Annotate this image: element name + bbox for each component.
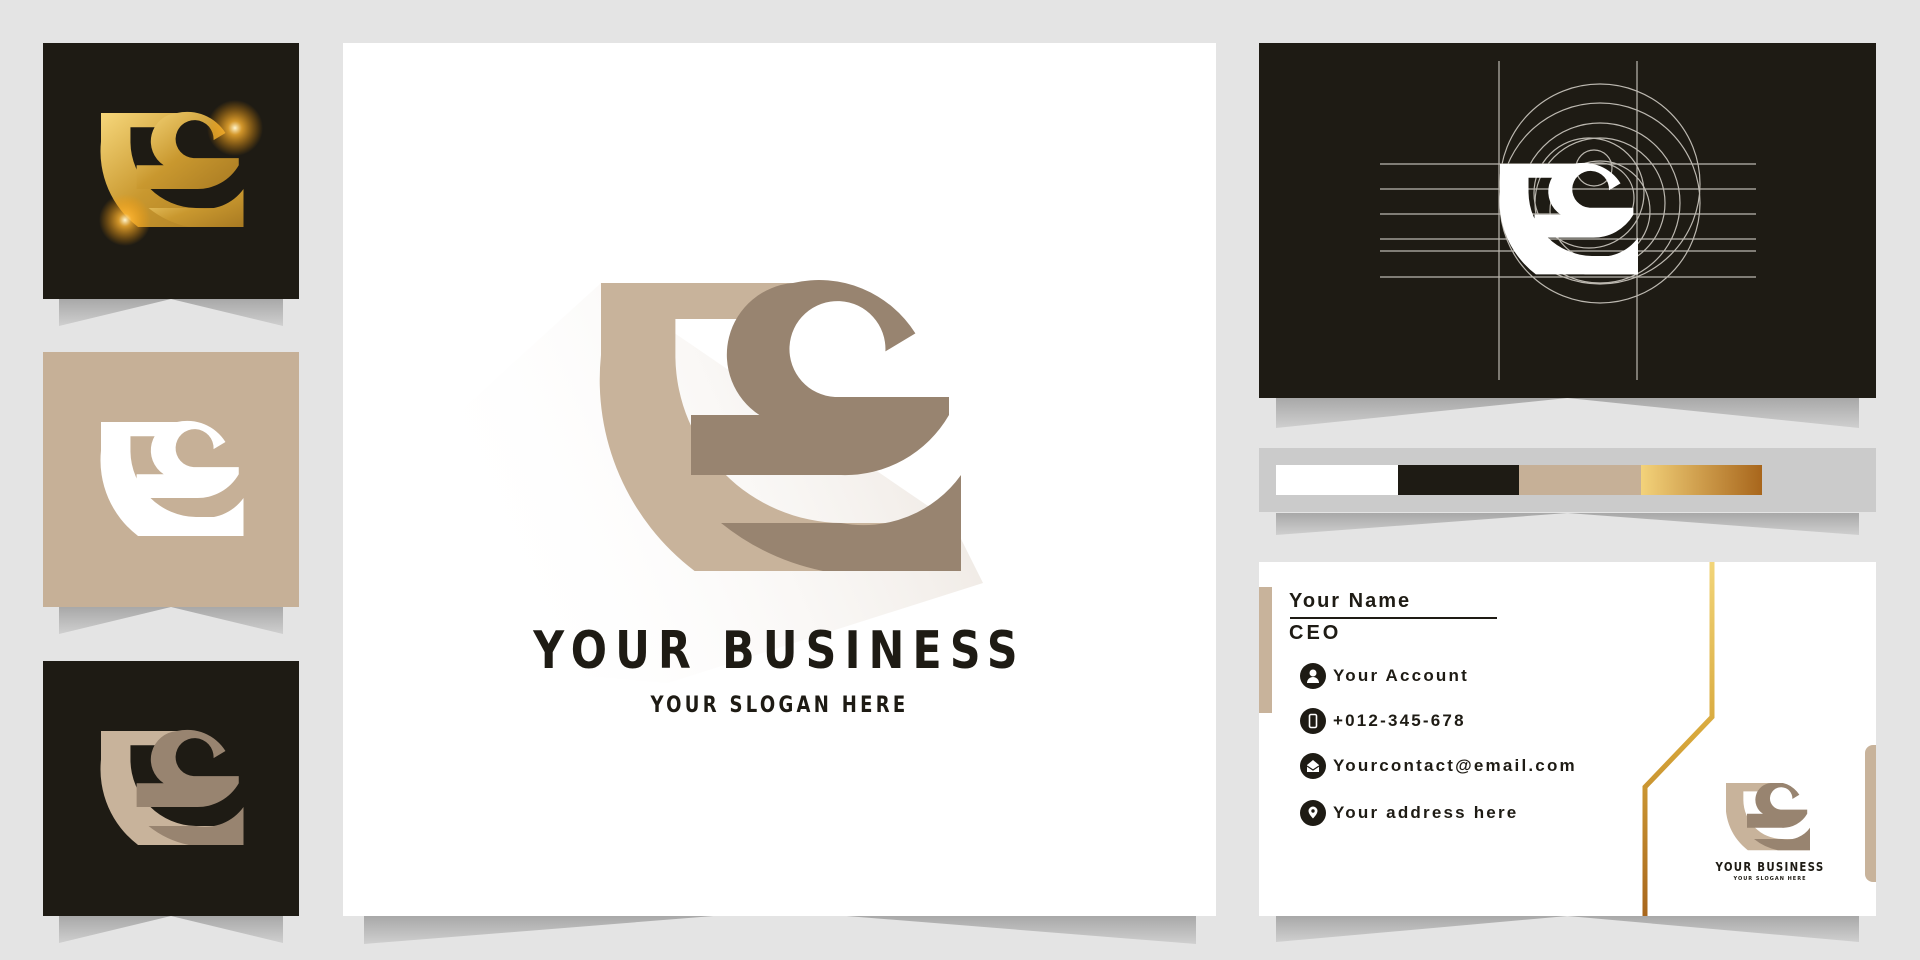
card-mini-logo bbox=[1726, 783, 1810, 851]
business-card-shadow bbox=[1276, 916, 1859, 942]
contact-email-text: Yourcontact@email.com bbox=[1333, 756, 1577, 775]
color-swatch-black bbox=[1397, 465, 1519, 495]
grid-card-shadow bbox=[1276, 398, 1859, 428]
tile-gold-shadow bbox=[59, 299, 283, 326]
color-swatch-white bbox=[1276, 465, 1398, 495]
color-swatch-gold-gradient bbox=[1640, 465, 1762, 495]
phone-icon bbox=[1300, 708, 1326, 734]
tile-dark-shadow bbox=[59, 916, 283, 943]
card-holder-role: CEO bbox=[1289, 622, 1342, 644]
card-business-name: YOUR BUSINESS bbox=[1715, 860, 1825, 874]
logo-tile-dark bbox=[43, 661, 299, 916]
color-swatch-tan bbox=[1519, 465, 1641, 495]
swatch-row bbox=[1276, 465, 1762, 495]
main-monogram-logo bbox=[403, 280, 983, 683]
contact-address: Your address here bbox=[1300, 799, 1518, 827]
logo-construction-grid bbox=[1380, 61, 1756, 380]
email-icon bbox=[1300, 753, 1326, 779]
card-accent-bar-right bbox=[1865, 745, 1876, 882]
sparkle-icon bbox=[99, 194, 151, 246]
business-name: YOUR BUSINESS bbox=[533, 621, 1026, 681]
logo-tile-tan bbox=[43, 352, 299, 607]
contact-phone: +012-345-678 bbox=[1300, 707, 1466, 735]
contact-account: Your Account bbox=[1300, 662, 1469, 690]
monogram-logo-white bbox=[100, 420, 244, 536]
contact-account-text: Your Account bbox=[1333, 666, 1469, 685]
contact-address-text: Your address here bbox=[1333, 803, 1519, 822]
monogram-logo-gold bbox=[99, 100, 263, 246]
main-card-shadow bbox=[364, 916, 1196, 944]
business-slogan: YOUR SLOGAN HERE bbox=[650, 693, 909, 718]
card-accent-bar-left bbox=[1259, 587, 1272, 713]
tile-tan-shadow bbox=[59, 607, 283, 634]
logo-tile-gold bbox=[43, 43, 299, 299]
color-palette bbox=[1259, 448, 1876, 512]
sparkle-icon bbox=[207, 100, 263, 156]
card-business-slogan: YOUR SLOGAN HERE bbox=[1733, 876, 1807, 882]
monogram-logo-tan bbox=[100, 729, 244, 845]
contact-email: Yourcontact@email.com bbox=[1300, 752, 1577, 780]
user-icon bbox=[1300, 663, 1326, 689]
logo-grid-card bbox=[1259, 43, 1876, 398]
name-underline bbox=[1290, 617, 1497, 619]
card-holder-name: Your Name bbox=[1289, 590, 1412, 612]
main-logo-card: YOUR BUSINESS YOUR SLOGAN HERE bbox=[343, 43, 1216, 916]
location-pin-icon bbox=[1300, 800, 1326, 826]
palette-shadow bbox=[1276, 513, 1859, 535]
contact-phone-text: +012-345-678 bbox=[1333, 711, 1466, 730]
